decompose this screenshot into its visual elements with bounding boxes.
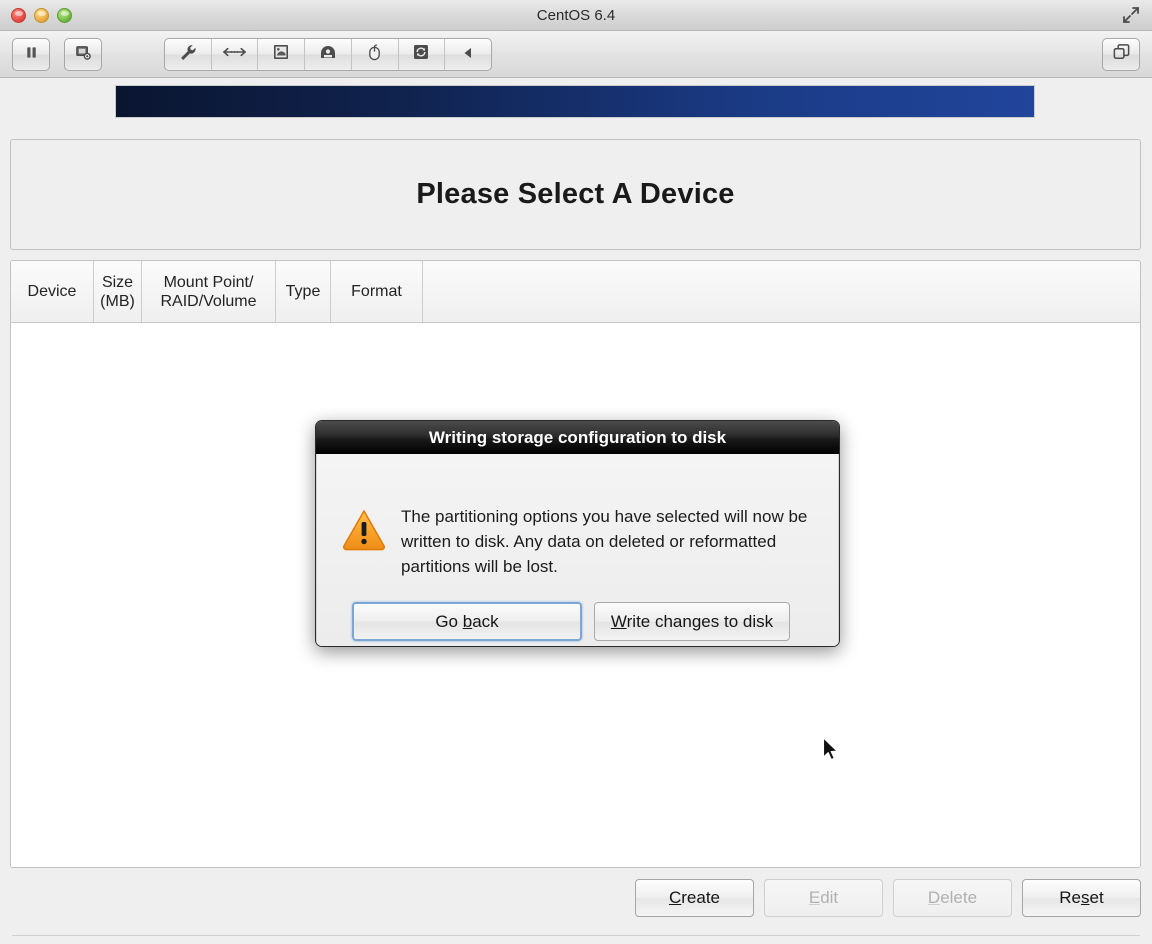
snapshot-button[interactable]	[64, 38, 102, 71]
write-changes-button-label: Write changes to disk	[610, 611, 774, 631]
settings-button[interactable]	[165, 39, 212, 70]
delete-button-label: elete	[940, 888, 978, 907]
edit-button[interactable]: Edit	[764, 879, 883, 917]
network-button[interactable]	[212, 39, 259, 70]
snapshot-camera-icon	[75, 44, 92, 66]
column-header-size[interactable]: Size (MB)	[94, 261, 142, 322]
vm-window: CentOS 6.4 Please Select A Device Device…	[0, 0, 1152, 944]
mouse-button[interactable]	[352, 39, 399, 70]
window-layers-button[interactable]	[1102, 38, 1140, 71]
dialog-title: Writing storage configuration to disk	[428, 427, 727, 447]
writing-storage-dialog: Writing storage configuration to disk Th…	[315, 420, 840, 647]
vm-titlebar: CentOS 6.4	[0, 0, 1152, 31]
column-header-filler	[423, 261, 1140, 322]
dialog-button-row: Go back Write changes to disk	[317, 602, 838, 641]
dialog-body: The partitioning options you have select…	[316, 454, 839, 646]
footer-divider	[12, 935, 1140, 936]
delete-button[interactable]: Delete	[893, 879, 1012, 917]
dialog-message: The partitioning options you have select…	[401, 507, 808, 576]
device-table-header: Device Size (MB) Mount Point/ RAID/Volum…	[11, 261, 1140, 323]
chevron-left-icon	[463, 46, 473, 64]
dialog-titlebar: Writing storage configuration to disk	[316, 421, 839, 454]
installer-banner	[115, 85, 1035, 118]
window-title: CentOS 6.4	[536, 7, 616, 24]
warning-triangle-icon	[341, 506, 387, 552]
column-header-mount-point[interactable]: Mount Point/ RAID/Volume	[142, 261, 276, 322]
usb-button[interactable]	[305, 39, 352, 70]
wrench-icon	[178, 43, 197, 67]
column-header-type[interactable]: Type	[276, 261, 331, 322]
page-title: Please Select A Device	[416, 178, 735, 210]
reset-button[interactable]: Re s et	[1022, 879, 1141, 917]
pause-icon	[24, 45, 39, 65]
reset-button-label: et	[1089, 888, 1104, 907]
fullscreen-expand-icon[interactable]	[1120, 4, 1142, 26]
vm-toolbar	[0, 31, 1152, 78]
collapse-button[interactable]	[445, 39, 491, 70]
go-back-button-label: Go back	[435, 611, 499, 631]
go-back-button[interactable]: Go back	[352, 602, 582, 641]
pause-button[interactable]	[12, 38, 50, 71]
network-arrows-icon	[222, 45, 247, 64]
usb-lock-icon	[319, 43, 337, 66]
display-icon	[272, 43, 290, 66]
sync-refresh-icon	[412, 43, 430, 66]
mouse-icon	[367, 44, 382, 66]
create-button[interactable]: Create	[635, 879, 754, 917]
sync-button[interactable]	[399, 39, 446, 70]
create-button-label: reate	[681, 888, 721, 907]
device-toolbar-group	[164, 38, 492, 71]
window-layers-icon	[1112, 43, 1131, 67]
edit-button-label: dit	[820, 888, 839, 907]
action-button-row: Create Edit Delete Re s et	[0, 875, 1141, 921]
write-changes-button[interactable]: Write changes to disk	[594, 602, 790, 641]
page-title-panel: Please Select A Device	[10, 139, 1141, 250]
display-button[interactable]	[258, 39, 306, 70]
column-header-device[interactable]: Device	[11, 261, 94, 322]
column-header-format[interactable]: Format	[331, 261, 423, 322]
